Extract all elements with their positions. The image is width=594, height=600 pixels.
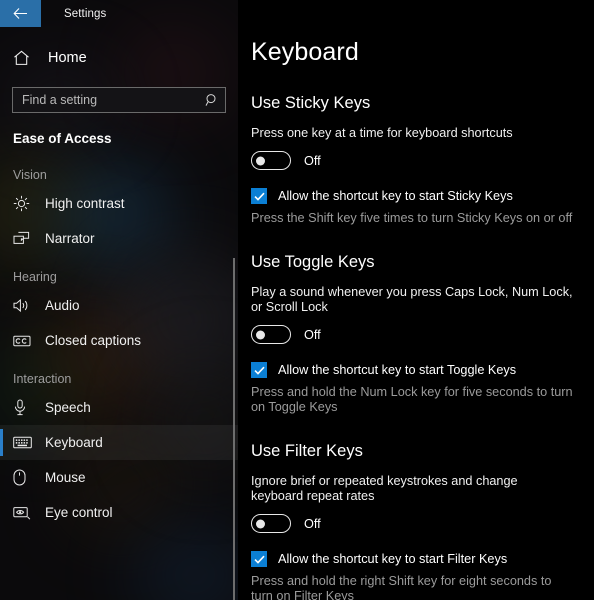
checkmark-icon — [253, 366, 265, 375]
search-input[interactable] — [22, 93, 205, 107]
toggle-keys-shortcut-checkbox[interactable] — [251, 362, 267, 378]
title-bar: Settings — [0, 0, 238, 27]
sun-icon — [13, 195, 37, 212]
settings-window: Settings Home Ease o — [0, 0, 594, 600]
toggle-keys-hint: Press and hold the Num Lock key for five… — [251, 385, 573, 414]
sticky-keys-toggle[interactable] — [251, 151, 291, 170]
sidebar-item-closed-captions-label: Closed captions — [45, 333, 142, 348]
filter-keys-hint: Press and hold the right Shift key for e… — [251, 574, 552, 600]
section-title-toggle-keys: Use Toggle Keys — [251, 253, 375, 271]
section-sticky-keys: Use Sticky Keys Press one key at a time … — [251, 94, 594, 226]
keyboard-icon — [13, 436, 37, 449]
section-filter-keys: Use Filter Keys Ignore brief or repeated… — [251, 442, 594, 600]
sidebar-item-speech-label: Speech — [45, 400, 91, 415]
sticky-keys-shortcut-checkbox-row[interactable]: Allow the shortcut key to start Sticky K… — [251, 188, 594, 204]
sidebar-item-narrator[interactable]: Narrator — [0, 221, 238, 256]
sidebar-item-mouse[interactable]: Mouse — [0, 460, 238, 495]
section-description-sticky-keys: Press one key at a time for keyboard sho… — [251, 126, 513, 140]
closed-captions-icon — [13, 334, 37, 348]
nav-group-label-hearing: Hearing — [13, 270, 57, 284]
narrator-screen-icon — [13, 231, 37, 247]
sidebar-item-high-contrast-label: High contrast — [45, 196, 125, 211]
sidebar-scrollbar[interactable] — [233, 258, 235, 600]
category-title: Ease of Access — [13, 131, 112, 146]
sidebar-item-eye-control-label: Eye control — [45, 505, 113, 520]
toggle-row-sticky-keys: Off — [251, 151, 594, 170]
toggle-row-toggle-keys: Off — [251, 325, 594, 344]
sidebar-nav-list: Vision High contrast Narrator Hearing Au… — [0, 164, 238, 530]
toggle-keys-toggle[interactable] — [251, 325, 291, 344]
section-title-sticky-keys: Use Sticky Keys — [251, 94, 371, 112]
filter-keys-toggle[interactable] — [251, 514, 291, 533]
app-title: Settings — [64, 7, 107, 20]
mouse-icon — [13, 469, 37, 486]
sidebar-item-narrator-label: Narrator — [45, 231, 95, 246]
toggle-keys-toggle-state: Off — [304, 327, 321, 342]
sidebar-item-keyboard[interactable]: Keyboard — [0, 425, 238, 460]
sidebar-item-closed-captions[interactable]: Closed captions — [0, 323, 238, 358]
sidebar-item-eye-control[interactable]: Eye control — [0, 495, 238, 530]
back-button[interactable] — [0, 0, 41, 27]
toggle-keys-shortcut-label: Allow the shortcut key to start Toggle K… — [278, 363, 517, 377]
search-icon[interactable] — [205, 93, 219, 107]
microphone-icon — [13, 399, 37, 416]
sidebar-item-high-contrast[interactable]: High contrast — [0, 186, 238, 221]
filter-keys-shortcut-checkbox-row[interactable]: Allow the shortcut key to start Filter K… — [251, 551, 594, 567]
toggle-keys-shortcut-checkbox-row[interactable]: Allow the shortcut key to start Toggle K… — [251, 362, 594, 378]
section-title-filter-keys: Use Filter Keys — [251, 442, 363, 460]
filter-keys-shortcut-label: Allow the shortcut key to start Filter K… — [278, 552, 508, 566]
sidebar-item-home-label: Home — [48, 49, 87, 66]
back-arrow-icon — [13, 7, 28, 20]
sidebar-item-home[interactable]: Home — [0, 41, 238, 74]
sticky-keys-hint: Press the Shift key five times to turn S… — [251, 211, 573, 225]
speaker-icon — [13, 298, 37, 313]
sticky-keys-shortcut-label: Allow the shortcut key to start Sticky K… — [278, 189, 513, 203]
sidebar-item-audio-label: Audio — [45, 298, 80, 313]
filter-keys-toggle-state: Off — [304, 516, 321, 531]
main-content: Keyboard Use Sticky Keys Press one key a… — [238, 0, 594, 600]
eye-control-icon — [13, 506, 37, 520]
nav-group-label-vision: Vision — [13, 168, 47, 182]
sticky-keys-shortcut-checkbox[interactable] — [251, 188, 267, 204]
sidebar-item-keyboard-label: Keyboard — [45, 435, 103, 450]
section-toggle-keys: Use Toggle Keys Play a sound whenever yo… — [251, 253, 594, 415]
filter-keys-shortcut-checkbox[interactable] — [251, 551, 267, 567]
search-box[interactable] — [12, 87, 226, 113]
section-description-toggle-keys: Play a sound whenever you press Caps Loc… — [251, 285, 573, 314]
toggle-row-filter-keys: Off — [251, 514, 594, 533]
page-title: Keyboard — [251, 38, 359, 66]
checkmark-icon — [253, 555, 265, 564]
home-icon — [13, 50, 39, 66]
checkmark-icon — [253, 192, 265, 201]
nav-group-label-interaction: Interaction — [13, 372, 72, 386]
section-description-filter-keys: Ignore brief or repeated keystrokes and … — [251, 474, 518, 503]
sticky-keys-toggle-state: Off — [304, 153, 321, 168]
navigation-sidebar: Settings Home Ease o — [0, 0, 238, 600]
sidebar-item-mouse-label: Mouse — [45, 470, 86, 485]
sidebar-item-speech[interactable]: Speech — [0, 390, 238, 425]
sidebar-item-audio[interactable]: Audio — [0, 288, 238, 323]
